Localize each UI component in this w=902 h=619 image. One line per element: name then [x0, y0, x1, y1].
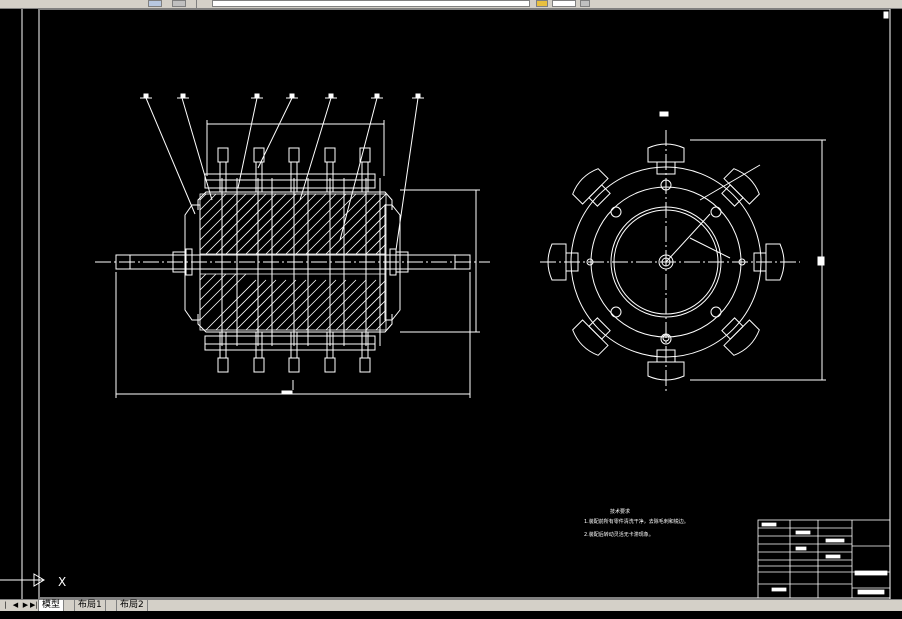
tab-last-arrow-icon[interactable]: ▶|	[30, 601, 38, 610]
layout-tabs: |◀ ◀ ▶ ▶| 模型 布局1 布局2	[0, 599, 902, 618]
balloon-leaders	[140, 93, 424, 251]
layer-dropdown[interactable]	[212, 0, 530, 7]
ucs-x-label: X	[58, 575, 66, 589]
color-dropdown[interactable]	[552, 0, 576, 7]
corner-mark	[883, 11, 889, 19]
tab-layout-2[interactable]: 布局2	[116, 600, 148, 611]
toolbar-separator	[196, 0, 197, 8]
tech-note-2: 2.装配后转动灵活无卡滞现象。	[584, 531, 654, 538]
tech-notes-title: 技术要求	[610, 508, 630, 515]
tab-next-arrow-icon[interactable]: ▶	[22, 601, 29, 610]
title-block	[757, 519, 891, 599]
drawing-canvas[interactable]: 技术要求 1.装配前所有零件清洗干净，去除毛刺和锐边。 2.装配后转动灵活无卡滞…	[0, 9, 902, 599]
close-button[interactable]	[580, 0, 590, 7]
front-view	[95, 93, 490, 398]
toolbar	[0, 0, 902, 9]
tab-prev-arrow-icon[interactable]: ◀	[12, 601, 19, 610]
properties-button[interactable]	[536, 0, 548, 7]
layer-button[interactable]	[148, 0, 162, 7]
top-hammers	[204, 147, 376, 193]
tab-layout-1[interactable]: 布局1	[74, 600, 106, 611]
tab-first-arrow-icon[interactable]: |◀	[2, 601, 9, 618]
bottom-hammers	[204, 331, 376, 373]
side-view	[540, 111, 826, 392]
tech-note-1: 1.装配前所有零件清洗干净，去除毛刺和锐边。	[584, 518, 689, 525]
tab-model[interactable]: 模型	[38, 600, 65, 611]
save-button[interactable]	[172, 0, 186, 7]
